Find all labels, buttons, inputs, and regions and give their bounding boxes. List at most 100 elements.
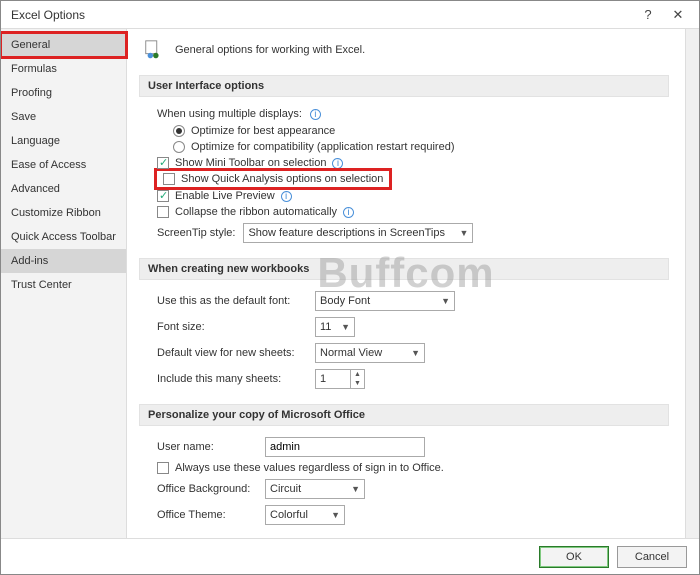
radio-icon — [173, 125, 185, 137]
user-name-label: User name: — [157, 441, 257, 453]
checkbox-label: Show Quick Analysis options on selection — [181, 173, 383, 185]
select-value: Normal View — [320, 347, 382, 359]
multi-display-label: When using multiple displays: — [157, 108, 302, 120]
select-value: 11 — [320, 321, 331, 333]
sheets-count-label: Include this many sheets: — [157, 373, 307, 385]
vertical-scrollbar[interactable] — [685, 29, 699, 538]
chevron-down-icon: ▼ — [460, 228, 469, 238]
title-bar: Excel Options ? ✕ — [1, 1, 699, 29]
excel-options-dialog: Excel Options ? ✕ General Formulas Proof… — [0, 0, 700, 575]
dialog-title: Excel Options — [7, 8, 633, 22]
spinner-value: 1 — [320, 373, 326, 385]
check-live-preview[interactable]: Enable Live Preview i — [157, 188, 661, 204]
office-background-label: Office Background: — [157, 483, 257, 495]
checkbox-icon — [157, 462, 169, 474]
office-theme-select[interactable]: Colorful ▼ — [265, 505, 345, 525]
sidebar-item-formulas[interactable]: Formulas — [1, 57, 126, 81]
chevron-down-icon: ▼ — [411, 348, 420, 358]
checkbox-label: Collapse the ribbon automatically — [175, 206, 337, 218]
sheets-count-spinner[interactable]: 1 ▲▼ — [315, 369, 365, 389]
radio-label: Optimize for compatibility (application … — [191, 141, 455, 153]
office-background-select[interactable]: Circuit ▼ — [265, 479, 365, 499]
select-value: Body Font — [320, 295, 370, 307]
select-value: Circuit — [270, 483, 301, 495]
general-options-icon — [143, 39, 165, 61]
sidebar-item-label: Trust Center — [11, 279, 72, 291]
section-new-workbooks: When creating new workbooks — [139, 258, 669, 280]
ui-options-body: When using multiple displays: i Optimize … — [139, 103, 669, 254]
chevron-down-icon: ▼ — [341, 322, 350, 332]
check-always-use-values[interactable]: Always use these values regardless of si… — [157, 460, 661, 476]
default-view-select[interactable]: Normal View ▼ — [315, 343, 425, 363]
screentip-style-label: ScreenTip style: — [157, 227, 235, 239]
checkbox-icon — [163, 173, 175, 185]
section-personalize: Personalize your copy of Microsoft Offic… — [139, 404, 669, 426]
ok-button[interactable]: OK — [539, 546, 609, 568]
sidebar-item-save[interactable]: Save — [1, 105, 126, 129]
check-mini-toolbar[interactable]: Show Mini Toolbar on selectioni — [157, 155, 661, 171]
info-icon[interactable]: i — [343, 207, 354, 218]
checkbox-label: Enable Live Preview — [175, 190, 275, 202]
section-ui-options: User Interface options — [139, 75, 669, 97]
button-label: Cancel — [635, 551, 669, 563]
select-value: Show feature descriptions in ScreenTips — [248, 227, 444, 239]
info-icon[interactable]: i — [310, 109, 321, 120]
spinner-down-icon[interactable]: ▼ — [351, 379, 364, 388]
office-theme-label: Office Theme: — [157, 509, 257, 521]
default-view-label: Default view for new sheets: — [157, 347, 307, 359]
sidebar-item-customize-ribbon[interactable]: Customize Ribbon — [1, 201, 126, 225]
checkbox-label: Always use these values regardless of si… — [175, 462, 444, 474]
select-value: Colorful — [270, 509, 308, 521]
sidebar-item-advanced[interactable]: Advanced — [1, 177, 126, 201]
dialog-footer: OK Cancel — [1, 538, 699, 574]
sidebar-item-trust-center[interactable]: Trust Center — [1, 273, 126, 297]
info-icon[interactable]: i — [281, 191, 292, 202]
options-panel: Buffcom General options for working with… — [127, 29, 685, 538]
check-collapse-ribbon[interactable]: Collapse the ribbon automatically i — [157, 204, 661, 220]
new-workbooks-body: Use this as the default font:Body Font▼ … — [139, 286, 669, 400]
user-name-input[interactable] — [265, 437, 425, 457]
sidebar-item-label: Formulas — [11, 63, 57, 75]
close-icon[interactable]: ✕ — [663, 7, 693, 23]
sidebar-item-quick-access-toolbar[interactable]: Quick Access Toolbar — [1, 225, 126, 249]
panel-header: General options for working with Excel. — [139, 35, 669, 71]
checkbox-icon — [157, 206, 169, 218]
panel-subtitle: General options for working with Excel. — [175, 44, 365, 56]
sidebar-item-proofing[interactable]: Proofing — [1, 81, 126, 105]
spinner-up-icon[interactable]: ▲ — [351, 370, 364, 379]
default-font-select[interactable]: Body Font ▼ — [315, 291, 455, 311]
chevron-down-icon: ▼ — [331, 510, 340, 520]
radio-icon — [173, 141, 185, 153]
sidebar-item-language[interactable]: Language — [1, 129, 126, 153]
personalize-body: User name: Always use these values regar… — [139, 432, 669, 536]
category-sidebar: General Formulas Proofing Save Language … — [1, 29, 127, 538]
radio-label: Optimize for best appearance — [191, 125, 335, 137]
sidebar-item-label: Proofing — [11, 87, 52, 99]
sidebar-item-add-ins[interactable]: Add-ins — [1, 249, 126, 273]
font-size-select[interactable]: 11 ▼ — [315, 317, 355, 337]
radio-best-appearance[interactable]: Optimize for best appearance — [157, 123, 661, 139]
sidebar-item-label: General — [11, 39, 50, 51]
font-size-label: Font size: — [157, 321, 307, 333]
screentip-style-select[interactable]: Show feature descriptions in ScreenTips ▼ — [243, 223, 473, 243]
sidebar-item-label: Customize Ribbon — [11, 207, 101, 219]
checkbox-icon — [157, 190, 169, 202]
sidebar-item-ease-of-access[interactable]: Ease of Access — [1, 153, 126, 177]
sidebar-item-label: Add-ins — [11, 255, 48, 267]
radio-compatibility[interactable]: Optimize for compatibility (application … — [157, 139, 661, 155]
help-icon[interactable]: ? — [633, 7, 663, 22]
cancel-button[interactable]: Cancel — [617, 546, 687, 568]
sidebar-item-label: Quick Access Toolbar — [11, 231, 116, 243]
check-quick-analysis[interactable]: Show Quick Analysis options on selection — [157, 171, 389, 187]
info-icon[interactable]: i — [332, 158, 343, 169]
sidebar-item-label: Ease of Access — [11, 159, 86, 171]
default-font-label: Use this as the default font: — [157, 295, 307, 307]
sidebar-item-label: Language — [11, 135, 60, 147]
chevron-down-icon: ▼ — [441, 296, 450, 306]
button-label: OK — [566, 551, 582, 563]
sidebar-item-general[interactable]: General — [1, 33, 126, 57]
dialog-body: General Formulas Proofing Save Language … — [1, 29, 699, 538]
sidebar-item-label: Save — [11, 111, 36, 123]
checkbox-icon — [157, 157, 169, 169]
chevron-down-icon: ▼ — [351, 484, 360, 494]
